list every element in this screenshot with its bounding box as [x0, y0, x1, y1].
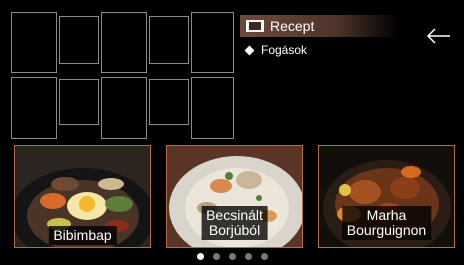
page-dot[interactable] — [245, 253, 252, 260]
menu-title-recept[interactable]: Recept — [240, 15, 400, 37]
menu-item-label: Fogások — [261, 43, 308, 57]
recipe-card-becsinalt-borjubol[interactable]: Becsinált Borjúból — [166, 145, 303, 248]
recipe-card-bibimbap[interactable]: Bibimbap — [14, 145, 151, 248]
menu-title-label: Recept — [270, 18, 315, 34]
grid-tile[interactable] — [191, 12, 234, 73]
page-dot[interactable] — [213, 253, 220, 260]
menu-item-fogasok[interactable]: Fogások — [244, 43, 308, 57]
recipe-card-label: Bibimbap — [48, 226, 117, 245]
arrow-left-icon — [426, 28, 450, 44]
grid-tile[interactable] — [101, 12, 147, 73]
grid-tile[interactable] — [149, 16, 189, 64]
grid-tile[interactable] — [149, 79, 189, 125]
grid-tile[interactable] — [191, 77, 234, 139]
page-dot[interactable] — [229, 253, 236, 260]
grid-tile[interactable] — [11, 12, 57, 73]
page-dot[interactable] — [261, 253, 268, 260]
diamond-icon — [244, 45, 255, 55]
grid-tile[interactable] — [59, 79, 99, 125]
recipe-card-marha-bourguignon[interactable]: Marha Bourguignon — [318, 145, 455, 248]
grid-tile[interactable] — [59, 16, 99, 64]
pagination-dots — [197, 253, 268, 260]
thumbnail-grid — [10, 11, 234, 140]
page-dot-active[interactable] — [197, 253, 204, 260]
book-icon — [246, 20, 268, 32]
grid-tile[interactable] — [101, 77, 147, 139]
recipe-card-label: Becsinált Borjúból — [201, 206, 268, 240]
grid-tile[interactable] — [11, 77, 57, 139]
back-button[interactable] — [424, 26, 452, 46]
recipe-card-label: Marha Bourguignon — [341, 206, 432, 240]
